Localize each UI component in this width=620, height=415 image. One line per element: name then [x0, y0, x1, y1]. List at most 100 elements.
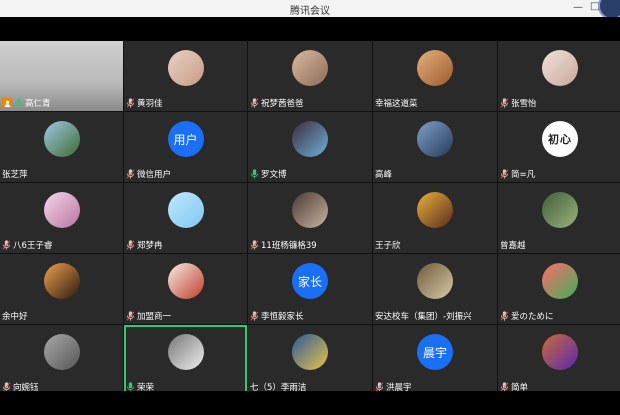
name-row: 郑梦冉 — [126, 239, 163, 251]
participant-tile[interactable]: 余中好 — [0, 254, 123, 324]
participant-tile[interactable]: 向婉钰 — [0, 325, 123, 395]
name-row: 高仁青 — [2, 97, 51, 109]
participant-tile[interactable]: 初心简=凡 — [498, 112, 620, 182]
mic-muted-icon — [250, 240, 259, 250]
avatar — [167, 50, 204, 86]
mic-muted-icon — [126, 169, 135, 179]
participant-tile[interactable]: 加盟商一 — [124, 254, 247, 324]
avatar — [542, 50, 578, 86]
avatar-text: 初心 — [548, 133, 572, 146]
participant-name: 曾嘉越 — [500, 241, 526, 251]
mic-muted-icon — [126, 98, 135, 108]
bottom-bar — [0, 391, 620, 415]
name-row: 简=凡 — [500, 168, 535, 180]
participant-name: 高仁青 — [25, 99, 51, 109]
participant-tile[interactable]: 安达校车（集团）-刘振兴 — [373, 254, 497, 324]
participant-name: 安达校车（集团）-刘振兴 — [375, 312, 472, 322]
participant-name: 李恒毅家长 — [261, 312, 304, 322]
name-row: 罗文博 — [250, 168, 287, 180]
avatar — [43, 334, 80, 370]
window-title: 腾讯会议 — [290, 6, 330, 17]
name-row: 加盟商一 — [126, 310, 171, 322]
participant-tile[interactable]: 晨宇 洪晨宇 — [373, 325, 497, 395]
title-bar: 腾讯会议 — □ — [0, 0, 620, 20]
participant-name: 幸福这道菜 — [375, 99, 418, 109]
avatar-text: 用户 — [173, 132, 198, 147]
mic-muted-icon — [2, 240, 11, 250]
name-row: 曾嘉越 — [500, 239, 526, 251]
participant-name: 微信用户 — [137, 170, 172, 180]
avatar — [292, 121, 328, 157]
participant-name: 祝梦茜爸爸 — [261, 99, 304, 109]
participant-tile[interactable]: 王子欣 — [373, 183, 497, 253]
name-row: 微信用户 — [126, 168, 171, 180]
participant-grid: 高仁青 黄羽佳 祝梦茜爸爸 幸福这道菜 张雪怡 张芝萍 用户 微信用户 罗文博 高峰 初心 简=凡 八6… — [0, 41, 620, 395]
mic-on-icon — [251, 169, 258, 179]
participant-name: 黄羽佳 — [137, 99, 163, 109]
avatar — [43, 263, 80, 299]
mic-muted-icon — [126, 240, 135, 250]
participant-name: 王子欣 — [375, 241, 401, 251]
participant-tile[interactable]: 祝梦茜爸爸 — [248, 41, 372, 111]
participant-tile[interactable]: 八6王子睿 — [0, 183, 123, 253]
avatar: 用户 — [167, 121, 204, 157]
name-row: 安达校车（集团）-刘振兴 — [375, 310, 472, 322]
name-row: 爱のために — [500, 310, 554, 322]
participant-name: 八6王子睿 — [13, 241, 53, 251]
name-row: 黄羽佳 — [126, 97, 163, 109]
participant-tile[interactable]: 荣荣 — [124, 325, 247, 395]
participant-tile[interactable]: 高峰 — [373, 112, 497, 182]
minimize-button[interactable]: — — [573, 2, 583, 14]
participant-tile[interactable]: 张雪怡 — [498, 41, 620, 111]
participant-name: 加盟商一 — [137, 312, 172, 322]
name-row: 张雪怡 — [500, 97, 537, 109]
name-row: 张芝萍 — [2, 168, 28, 180]
participant-tile[interactable]: 幸福这道菜 — [373, 41, 497, 111]
participant-tile[interactable]: 黄羽佳 — [124, 41, 247, 111]
participant-tile[interactable]: 曾嘉越 — [498, 183, 620, 253]
host-icon — [2, 98, 12, 108]
mic-muted-icon — [500, 169, 509, 179]
participant-tile[interactable]: 爱のために — [498, 254, 620, 324]
name-row: 八6王子睿 — [2, 239, 52, 251]
participant-name: 张芝萍 — [2, 170, 28, 180]
avatar — [542, 192, 578, 228]
participant-tile[interactable]: 张芝萍 — [0, 112, 123, 182]
name-row: 11班杨镰格39 — [250, 239, 317, 251]
participant-name: 高峰 — [375, 170, 393, 180]
participant-tile[interactable]: 郑梦冉 — [124, 183, 247, 253]
avatar — [542, 334, 578, 370]
name-row: 王子欣 — [375, 239, 401, 251]
avatar — [43, 192, 80, 228]
mic-muted-icon — [126, 311, 135, 321]
participant-tile[interactable]: 用户微信用户 — [124, 112, 247, 182]
mic-muted-icon — [250, 311, 259, 321]
participant-name: 张雪怡 — [511, 99, 537, 109]
top-stripe — [0, 17, 620, 41]
participant-tile[interactable]: 家长李恒毅家长 — [248, 254, 372, 324]
name-row: 祝梦茜爸爸 — [250, 97, 304, 109]
avatar — [167, 263, 204, 299]
participant-name: 郑梦冉 — [137, 241, 163, 251]
avatar: 初心 — [542, 121, 578, 157]
avatar — [292, 50, 328, 86]
avatar — [417, 192, 453, 228]
avatar — [167, 192, 204, 228]
mic-muted-icon — [500, 98, 509, 108]
avatar — [292, 334, 328, 370]
avatar: 晨宇 — [417, 334, 453, 370]
avatar-text: 晨宇 — [422, 345, 447, 360]
avatar — [417, 263, 453, 299]
avatar — [417, 121, 453, 157]
participant-tile[interactable]: 七（5）李雨洁 — [248, 325, 372, 395]
avatar: 家长 — [292, 263, 328, 299]
name-row: 高峰 — [375, 168, 392, 180]
mic-muted-icon — [500, 311, 509, 321]
participant-tile[interactable]: 高仁青 — [0, 41, 123, 111]
participant-tile[interactable]: 简单 — [498, 325, 620, 395]
participant-tile[interactable]: 11班杨镰格39 — [248, 183, 372, 253]
avatar — [43, 121, 80, 157]
participant-name: 余中好 — [2, 312, 28, 322]
participant-tile[interactable]: 罗文博 — [248, 112, 372, 182]
avatar — [542, 263, 578, 299]
